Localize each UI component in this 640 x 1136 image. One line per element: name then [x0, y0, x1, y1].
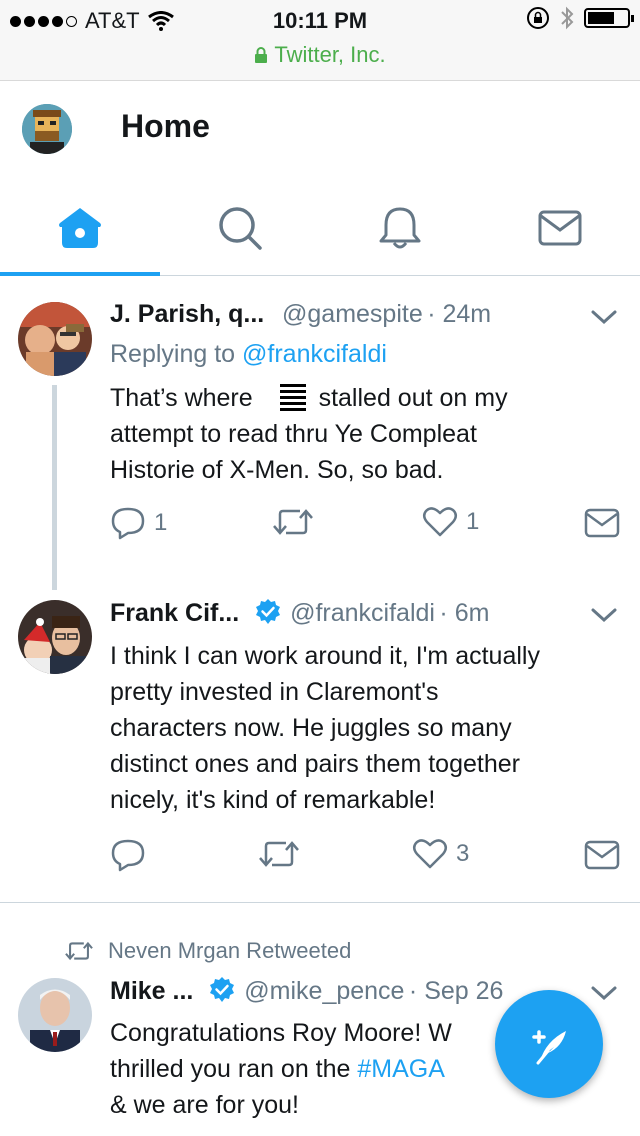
tab-bar — [0, 180, 640, 276]
avatar[interactable] — [18, 302, 92, 376]
tweet-text-line: I think I can work around it, I'm actual… — [110, 642, 540, 670]
chevron-down-icon[interactable] — [590, 307, 618, 327]
active-tab-indicator — [0, 272, 160, 276]
hashtag-link[interactable]: #MAGA — [357, 1055, 445, 1083]
tweet-text-line: distinct ones and pairs them together — [110, 750, 520, 778]
tweet-text-line: attempt to read thru Ye Compleat — [110, 420, 477, 448]
like-button[interactable]: 1 — [422, 506, 479, 538]
redacted-glyph-icon — [279, 384, 306, 411]
search-icon — [219, 206, 262, 250]
author-name[interactable]: J. Parish, q... — [110, 300, 264, 328]
mail-icon — [584, 840, 620, 870]
thread-line — [52, 385, 57, 590]
like-button[interactable]: 3 — [412, 838, 469, 870]
tab-messages[interactable] — [480, 180, 640, 275]
direct-message-button[interactable] — [584, 508, 620, 538]
mail-icon — [584, 508, 620, 538]
tweet-text-line: Historie of X-Men. So, so bad. — [110, 456, 444, 484]
status-bar: AT&T 10:11 PM Twitter, Inc. — [0, 0, 640, 81]
tweet-text: That’s where stalled out on my attempt t… — [110, 380, 610, 488]
reply-to-link[interactable]: @frankcifaldi — [242, 340, 387, 368]
retweet-button[interactable] — [272, 506, 314, 538]
site-label: Twitter, Inc. — [0, 42, 640, 68]
retweet-icon — [65, 941, 93, 961]
lock-icon — [255, 47, 268, 63]
reply-prefix: Replying to — [110, 340, 243, 368]
retweet-context: Neven Mrgan Retweeted — [64, 938, 351, 964]
chevron-down-icon[interactable] — [590, 983, 618, 1003]
like-count: 1 — [466, 508, 480, 535]
author-name[interactable]: Frank Cif... — [110, 599, 239, 627]
tweet-time: · 24m — [427, 300, 492, 328]
home-icon — [59, 207, 101, 248]
reply-count: 1 — [154, 509, 168, 536]
retweet-icon — [259, 841, 299, 867]
direct-message-button[interactable] — [584, 840, 620, 870]
tab-notifications[interactable] — [320, 180, 480, 275]
reply-icon — [111, 839, 145, 872]
tab-home[interactable] — [0, 180, 160, 276]
verified-badge-icon — [209, 977, 234, 1002]
retweet-button[interactable] — [258, 838, 300, 870]
tweet-text-line: characters now. He juggles so many — [110, 714, 512, 742]
compose-tweet-button[interactable] — [495, 990, 603, 1098]
tweet-text-fragment: thrilled you ran on the — [110, 1055, 358, 1083]
status-icons — [526, 6, 634, 30]
battery-icon — [584, 8, 634, 28]
retweet-icon — [273, 509, 313, 535]
tweet-time: · 6m — [439, 599, 490, 627]
heart-icon — [423, 507, 457, 537]
tweet-header: J. Parish, q... @gamespite · 24m — [110, 300, 600, 329]
tweet-divider — [0, 902, 640, 903]
avatar[interactable] — [18, 978, 92, 1052]
page-title: Home — [121, 108, 210, 144]
reply-context: Replying to @frankcifaldi — [110, 340, 387, 369]
tweet-text-line: stalled out on my — [318, 384, 508, 412]
verified-badge-icon — [255, 599, 280, 624]
reply-icon — [111, 507, 145, 540]
author-handle[interactable]: @frankcifaldi — [290, 599, 435, 627]
profile-avatar[interactable] — [22, 104, 72, 154]
tweet-text: I think I can work around it, I'm actual… — [110, 638, 620, 818]
app-header: Home — [0, 80, 640, 180]
author-name[interactable]: Mike ... — [110, 977, 193, 1005]
tab-search[interactable] — [160, 180, 320, 275]
mail-icon — [538, 210, 582, 245]
compose-quill-icon — [532, 1030, 566, 1065]
tweet-text-line: pretty invested in Claremont's — [110, 678, 439, 706]
chevron-down-icon[interactable] — [590, 605, 618, 625]
like-count: 3 — [456, 840, 470, 867]
author-handle[interactable]: @gamespite — [282, 300, 423, 328]
tweet-time: · Sep 26 — [408, 977, 504, 1005]
retweeted-by-label[interactable]: Neven Mrgan Retweeted — [108, 938, 351, 964]
rotation-lock-icon — [527, 7, 549, 29]
tweet-header: Frank Cif... @frankcifaldi · 6m — [110, 598, 600, 628]
avatar[interactable] — [18, 600, 92, 674]
heart-icon — [413, 839, 447, 869]
tweet-text-line: That’s where — [110, 384, 253, 412]
bluetooth-icon — [561, 6, 574, 30]
site-name: Twitter, Inc. — [274, 42, 386, 67]
bell-icon — [379, 207, 421, 248]
author-handle[interactable]: @mike_pence — [244, 977, 404, 1005]
tweet-text-line: nicely, it's kind of remarkable! — [110, 786, 436, 814]
reply-button[interactable]: 1 — [110, 506, 167, 540]
reply-button[interactable] — [110, 838, 146, 872]
